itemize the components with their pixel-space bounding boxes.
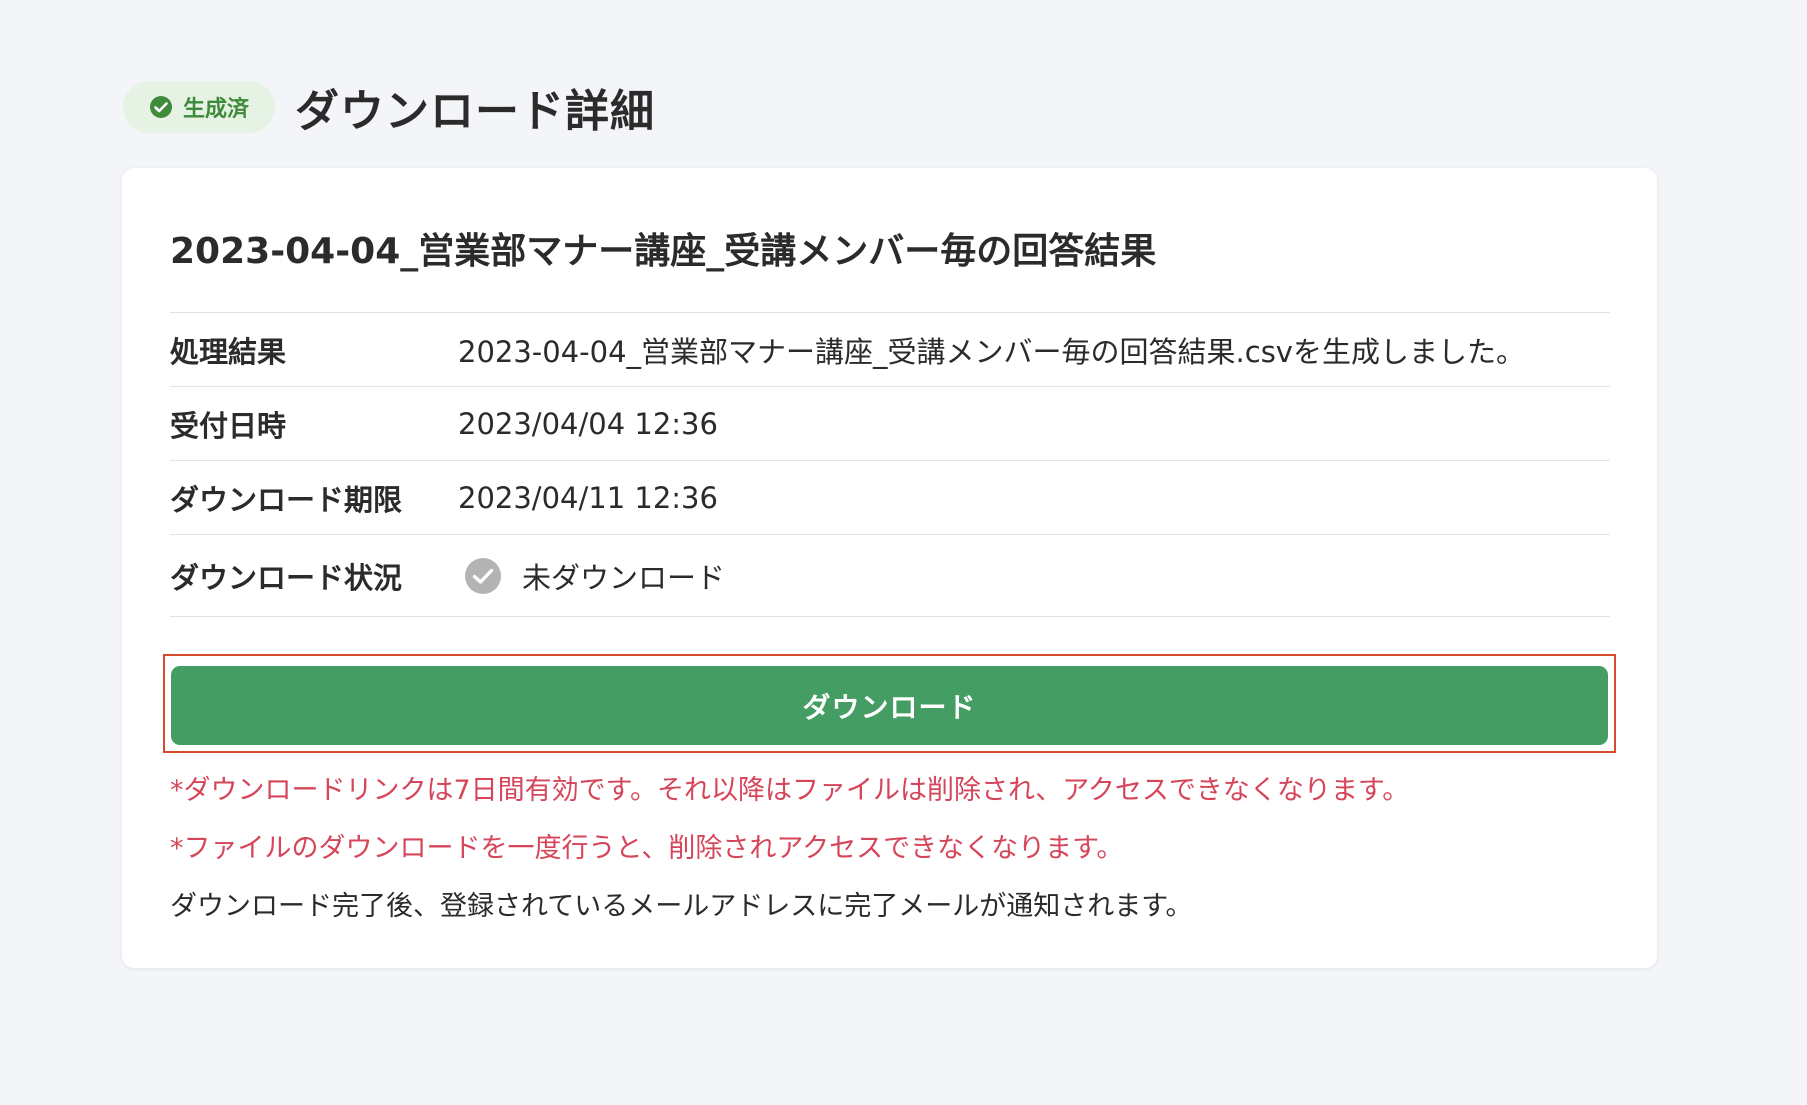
detail-row-status: ダウンロード状況 未ダウンロード [170,535,1610,617]
check-circle-gray-icon [464,557,502,595]
detail-table: 処理結果 2023-04-04_営業部マナー講座_受講メンバー毎の回答結果.cs… [170,312,1610,617]
status-badge: 生成済 [123,81,276,133]
check-circle-icon [149,95,173,119]
detail-row-received: 受付日時 2023/04/04 12:36 [170,387,1610,461]
detail-value-result: 2023-04-04_営業部マナー講座_受講メンバー毎の回答結果.csvを生成し… [458,334,1525,369]
detail-label-result: 処理結果 [170,334,287,369]
notes: *ダウンロードリンクは7日間有効です。それ以降はファイルは削除され、アクセスでき… [170,762,1630,936]
page-header: 生成済 ダウンロード詳細 [123,72,655,142]
detail-row-deadline: ダウンロード期限 2023/04/11 12:36 [170,461,1610,535]
note-link-expiry: *ダウンロードリンクは7日間有効です。それ以降はファイルは削除され、アクセスでき… [170,775,1410,806]
detail-value-status: 未ダウンロード [458,555,725,597]
note-delete-after-download: *ファイルのダウンロードを一度行うと、削除されアクセスできなくなります。 [170,833,1124,864]
detail-value-received: 2023/04/04 12:36 [458,406,718,441]
download-detail-card: 2023-04-04_営業部マナー講座_受講メンバー毎の回答結果 処理結果 20… [122,168,1657,968]
detail-row-result: 処理結果 2023-04-04_営業部マナー講座_受講メンバー毎の回答結果.cs… [170,313,1610,387]
status-badge-label: 生成済 [183,97,250,122]
detail-label-status: ダウンロード状況 [170,560,403,595]
detail-label-received: 受付日時 [170,408,287,443]
download-button-highlight: ダウンロード [163,654,1616,753]
page-title: ダウンロード詳細 [295,86,656,137]
file-title: 2023-04-04_営業部マナー講座_受講メンバー毎の回答結果 [170,231,1157,272]
download-button[interactable]: ダウンロード [171,666,1608,745]
status-value-label: 未ダウンロード [522,560,726,595]
note-email-notification: ダウンロード完了後、登録されているメールアドレスに完了メールが通知されます。 [170,891,1193,922]
detail-value-deadline: 2023/04/11 12:36 [458,480,718,515]
detail-label-deadline: ダウンロード期限 [170,482,403,517]
